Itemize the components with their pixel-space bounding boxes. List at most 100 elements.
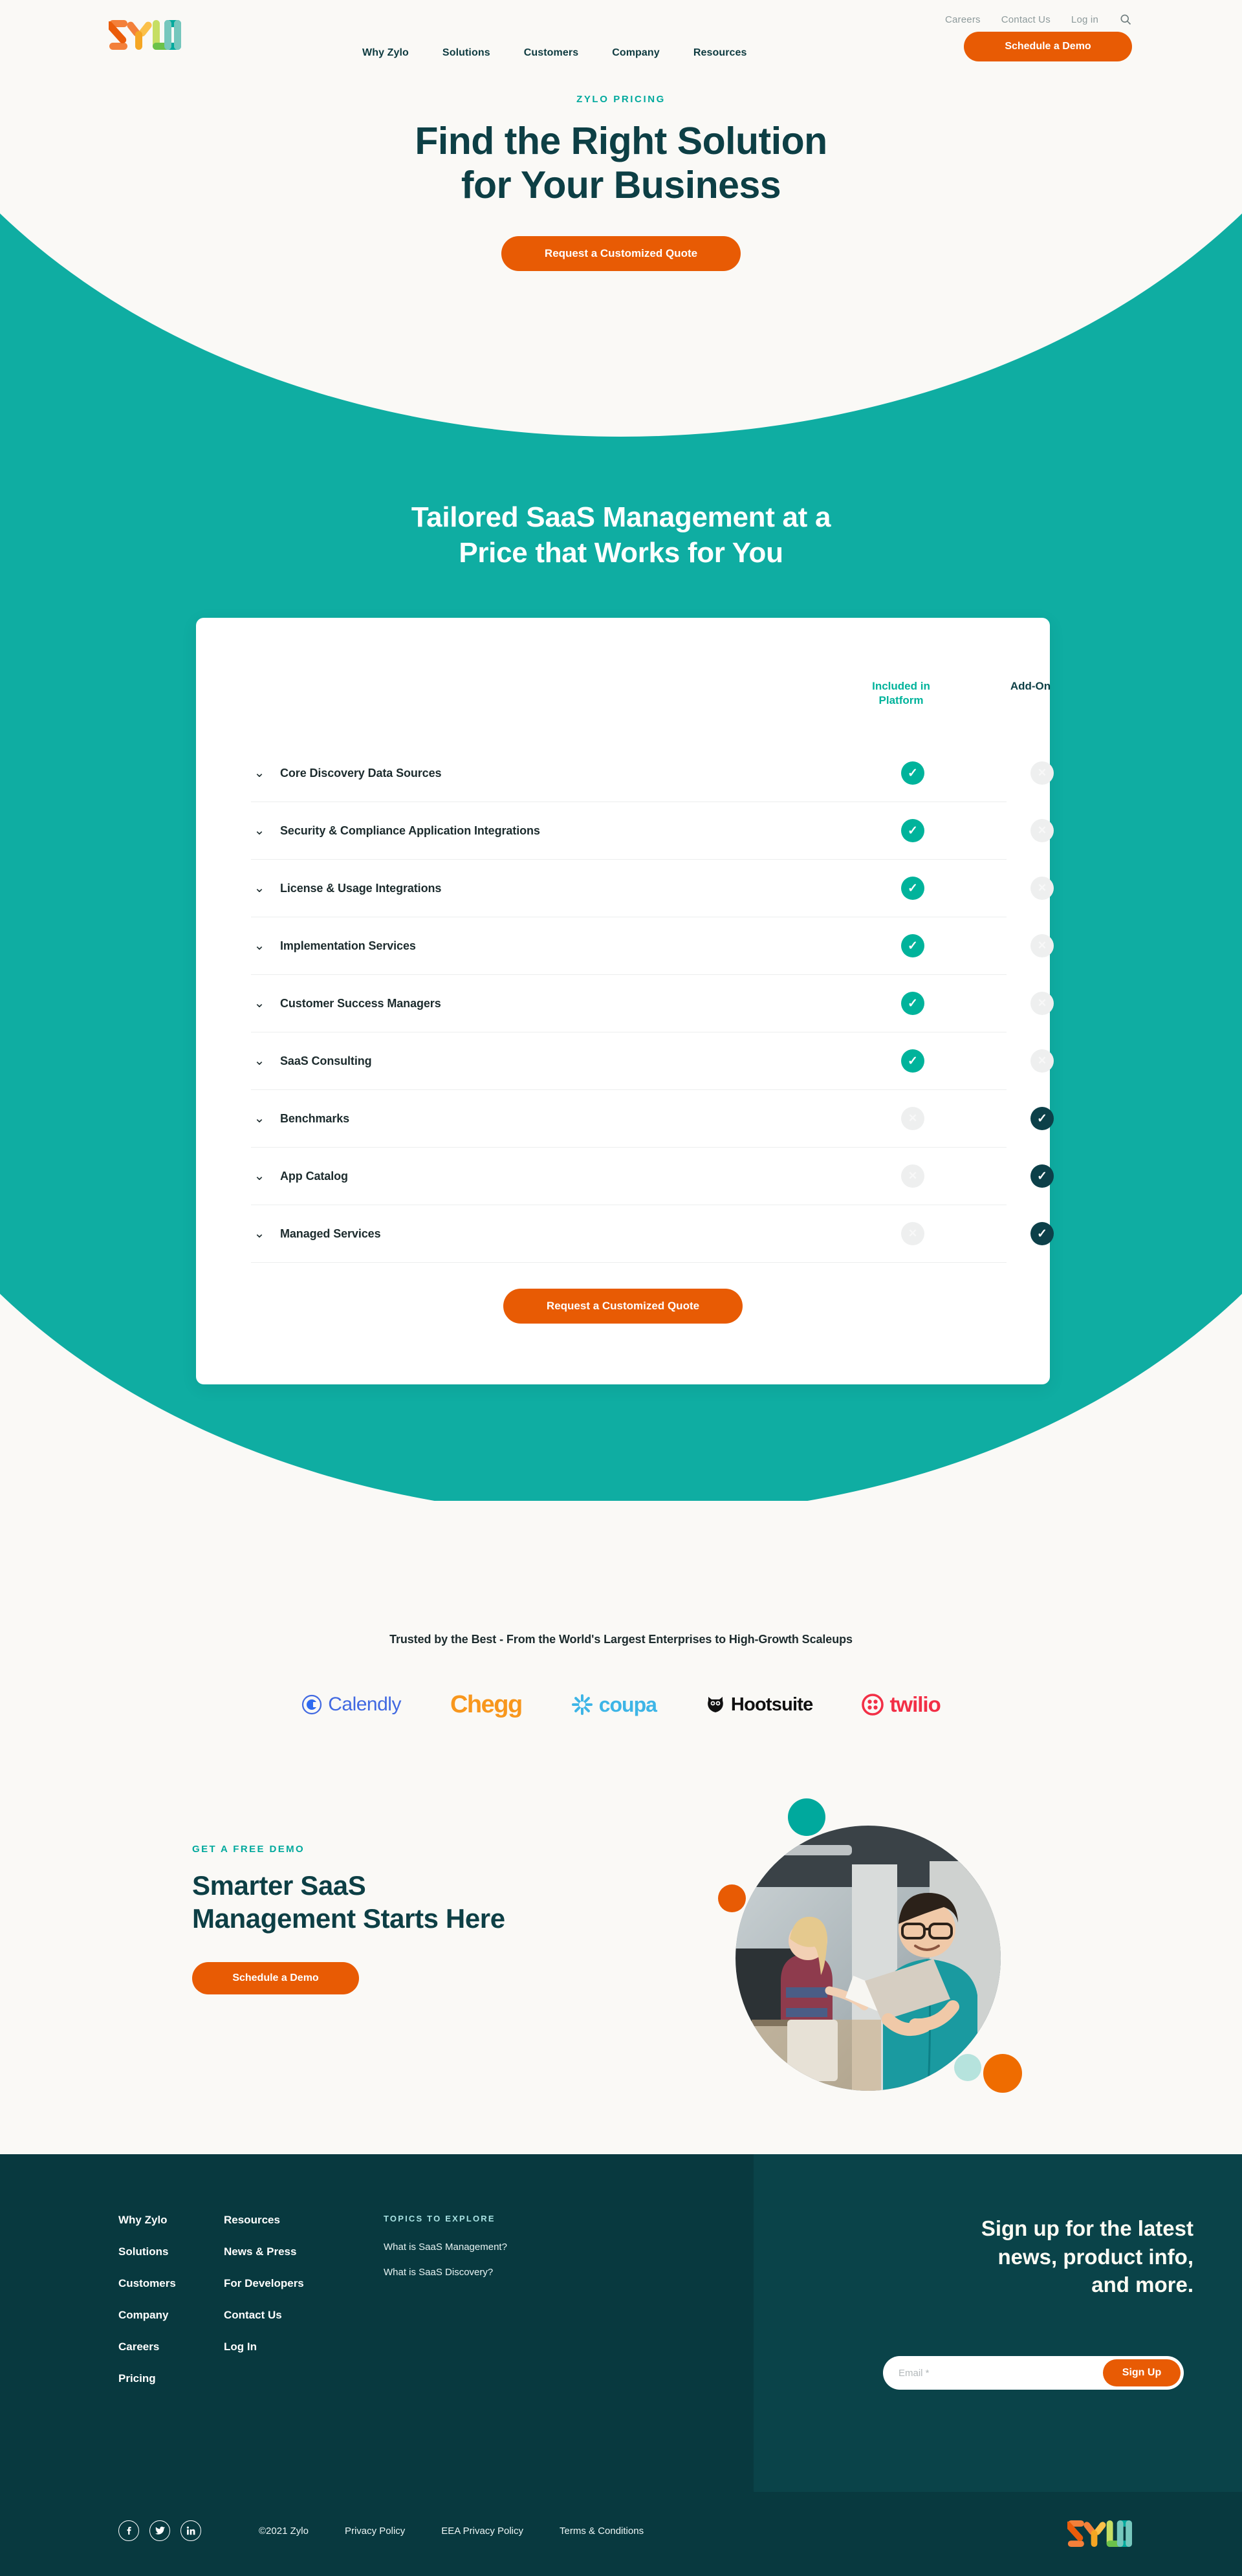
table-row[interactable]: ⌄ App Catalog ✕ ✓ xyxy=(251,1148,1054,1205)
trusted-heading: Trusted by the Best - From the World's L… xyxy=(389,1633,853,1646)
decorative-dot-orange-small xyxy=(718,1884,746,1912)
footer-link-columns: Why Zylo Solutions Customers Company Car… xyxy=(118,2214,597,2404)
table-row[interactable]: ⌄ Benchmarks ✕ ✓ xyxy=(251,1090,1054,1148)
pricing-title-line2: Price that Works for You xyxy=(459,537,783,569)
footer-link-customers[interactable]: Customers xyxy=(118,2277,224,2290)
included-check-icon: ✓ xyxy=(901,1049,924,1073)
addon-cross-icon: ✕ xyxy=(1030,934,1054,957)
table-row[interactable]: ⌄ Customer Success Managers ✓ ✕ xyxy=(251,975,1054,1032)
request-quote-button-hero[interactable]: Request a Customized Quote xyxy=(501,235,741,271)
chevron-down-icon[interactable]: ⌄ xyxy=(251,939,268,952)
page-title: Find the Right Solution for Your Busines… xyxy=(0,119,1242,208)
chevron-down-icon[interactable]: ⌄ xyxy=(251,1227,268,1240)
utility-link-contact[interactable]: Contact Us xyxy=(1001,14,1051,25)
row-label: SaaS Consulting xyxy=(280,1054,372,1067)
pricing-section-title: Tailored SaaS Management at a Price that… xyxy=(0,499,1242,571)
legal-link-eea-privacy-policy[interactable]: EEA Privacy Policy xyxy=(441,2526,523,2537)
logo-twilio-label: twilio xyxy=(889,1692,941,1716)
chevron-down-icon[interactable]: ⌄ xyxy=(251,882,268,895)
chevron-down-icon[interactable]: ⌄ xyxy=(251,1054,268,1067)
chevron-down-icon[interactable]: ⌄ xyxy=(251,767,268,780)
hero-title-line2: for Your Business xyxy=(461,164,781,207)
decorative-dot-teal xyxy=(788,1798,825,1836)
footer-bottom-bar: ©2021 Zylo Privacy Policy EEA Privacy Po… xyxy=(0,2492,1242,2576)
site-footer: Why Zylo Solutions Customers Company Car… xyxy=(0,2154,1242,2576)
addon-check-icon: ✓ xyxy=(1030,1222,1054,1245)
table-row[interactable]: ⌄ License & Usage Integrations ✓ ✕ xyxy=(251,860,1054,917)
table-row[interactable]: ⌄ Implementation Services ✓ ✕ xyxy=(251,917,1054,975)
demo-title: Smarter SaaS Management Starts Here xyxy=(192,1869,593,1935)
request-quote-button-table[interactable]: Request a Customized Quote xyxy=(503,1289,743,1324)
newsletter-heading-line3: and more. xyxy=(1091,2273,1193,2297)
zylo-logo-footer[interactable] xyxy=(1067,2519,1132,2548)
schedule-demo-button-footer-cta[interactable]: Schedule a Demo xyxy=(192,1962,359,1995)
facebook-icon[interactable] xyxy=(118,2520,139,2541)
addon-cross-icon: ✕ xyxy=(1030,761,1054,785)
demo-photo xyxy=(735,1826,1001,2091)
legal-link-privacy-policy[interactable]: Privacy Policy xyxy=(345,2526,405,2537)
footer-link-for-developers[interactable]: For Developers xyxy=(224,2277,329,2290)
linkedin-icon[interactable] xyxy=(180,2520,201,2541)
nav-item-customers[interactable]: Customers xyxy=(524,47,578,59)
nav-item-resources[interactable]: Resources xyxy=(693,47,747,59)
hootsuite-owl-icon xyxy=(708,1697,723,1712)
addon-cross-icon: ✕ xyxy=(1030,992,1054,1015)
zylo-logo[interactable] xyxy=(109,19,181,51)
row-label: App Catalog xyxy=(280,1169,348,1183)
table-row[interactable]: ⌄ Core Discovery Data Sources ✓ ✕ xyxy=(251,745,1054,802)
footer-link-news-press[interactable]: News & Press xyxy=(224,2245,329,2258)
demo-title-line1: Smarter SaaS xyxy=(192,1870,366,1901)
included-cross-icon: ✕ xyxy=(901,1164,924,1188)
included-check-icon: ✓ xyxy=(901,934,924,957)
logo-chegg: Chegg xyxy=(450,1691,523,1719)
footer-link-pricing[interactable]: Pricing xyxy=(118,2372,224,2385)
schedule-demo-button-header[interactable]: Schedule a Demo xyxy=(964,32,1132,61)
table-row[interactable]: ⌄ Managed Services ✕ ✓ xyxy=(251,1205,1054,1263)
pricing-title-line1: Tailored SaaS Management at a xyxy=(411,501,831,533)
topic-link-saas-discovery[interactable]: What is SaaS Discovery? xyxy=(384,2267,597,2278)
chevron-down-icon[interactable]: ⌄ xyxy=(251,1170,268,1183)
twitter-icon[interactable] xyxy=(149,2520,170,2541)
footer-link-why-zylo[interactable]: Why Zylo xyxy=(118,2214,224,2227)
legal-link-terms-conditions[interactable]: Terms & Conditions xyxy=(560,2526,644,2537)
footer-link-resources[interactable]: Resources xyxy=(224,2214,329,2227)
search-icon[interactable] xyxy=(1119,13,1132,26)
logo-hootsuite-label: Hootsuite xyxy=(730,1694,813,1715)
table-row[interactable]: ⌄ SaaS Consulting ✓ ✕ xyxy=(251,1032,1054,1090)
utility-link-careers[interactable]: Careers xyxy=(945,14,981,25)
chevron-down-icon[interactable]: ⌄ xyxy=(251,997,268,1010)
addon-cross-icon: ✕ xyxy=(1030,819,1054,842)
footer-link-company[interactable]: Company xyxy=(118,2309,224,2322)
topics-heading: TOPICS TO EXPLORE xyxy=(384,2214,496,2223)
demo-cta-section: GET A FREE DEMO Smarter SaaS Management … xyxy=(0,1792,1242,2154)
included-check-icon: ✓ xyxy=(901,877,924,900)
topic-link-saas-management[interactable]: What is SaaS Management? xyxy=(384,2242,597,2253)
chevron-down-icon[interactable]: ⌄ xyxy=(251,1112,268,1125)
pricing-page: Careers Contact Us Log in Why Zylo Solut… xyxy=(0,0,1242,2576)
column-header-included: Included in Platform xyxy=(872,680,930,706)
utility-link-login[interactable]: Log in xyxy=(1071,14,1098,25)
nav-item-solutions[interactable]: Solutions xyxy=(442,47,490,59)
footer-column-secondary: Resources News & Press For Developers Co… xyxy=(224,2214,329,2404)
sign-up-button[interactable]: Sign Up xyxy=(1103,2359,1181,2386)
chevron-down-icon[interactable]: ⌄ xyxy=(251,824,268,837)
addon-check-icon: ✓ xyxy=(1030,1107,1054,1130)
footer-link-contact-us[interactable]: Contact Us xyxy=(224,2309,329,2322)
table-row[interactable]: ⌄ Security & Compliance Application Inte… xyxy=(251,802,1054,860)
addon-check-icon: ✓ xyxy=(1030,1164,1054,1188)
demo-title-line2: Management Starts Here xyxy=(192,1903,505,1934)
footer-link-log-in[interactable]: Log In xyxy=(224,2341,329,2353)
pricing-column-headers: Included in Platform Add-On xyxy=(196,679,1051,725)
email-field[interactable] xyxy=(899,2367,1103,2379)
decorative-dot-orange-large xyxy=(983,2054,1022,2093)
row-label: License & Usage Integrations xyxy=(280,881,442,895)
pricing-rows: ⌄ Core Discovery Data Sources ✓ ✕ ⌄ Secu… xyxy=(251,745,1054,1263)
footer-link-solutions[interactable]: Solutions xyxy=(118,2245,224,2258)
utility-nav: Careers Contact Us Log in xyxy=(945,13,1132,26)
nav-item-company[interactable]: Company xyxy=(612,47,660,59)
footer-link-careers[interactable]: Careers xyxy=(118,2341,224,2353)
nav-item-why-zylo[interactable]: Why Zylo xyxy=(362,47,409,59)
row-label: Implementation Services xyxy=(280,939,416,952)
row-label: Managed Services xyxy=(280,1227,381,1240)
logo-coupa: coupa xyxy=(571,1693,657,1717)
